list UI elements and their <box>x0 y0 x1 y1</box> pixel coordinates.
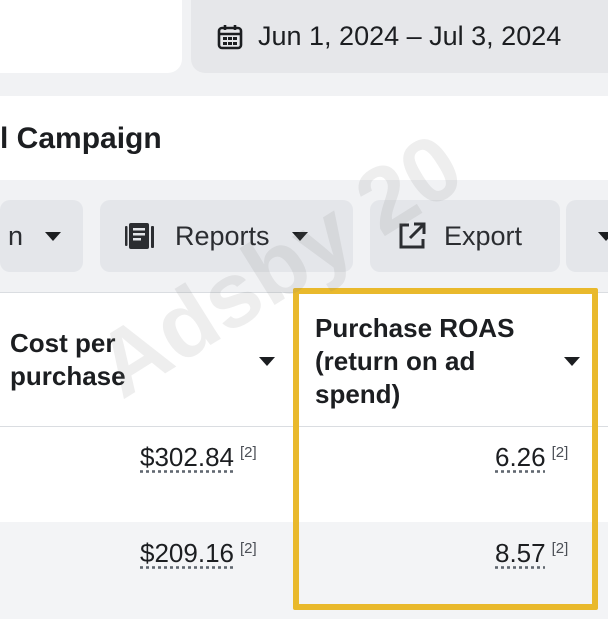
footnote-marker: [2] <box>240 540 257 557</box>
search-box[interactable] <box>0 0 182 73</box>
cost-per-purchase-value[interactable]: $302.84 <box>140 442 234 472</box>
sort-chevron-icon[interactable] <box>259 357 275 366</box>
reports-icon <box>124 220 158 252</box>
page-title-text: l Campaign <box>0 122 162 155</box>
highlight-box <box>293 288 598 610</box>
chevron-down-icon <box>598 232 608 241</box>
date-range-picker[interactable]: Jun 1, 2024 – Jul 3, 2024 <box>191 0 608 73</box>
calendar-icon <box>216 23 244 51</box>
footnote-marker: [2] <box>240 444 257 461</box>
export-label: Export <box>444 221 522 252</box>
cost-per-purchase-cell[interactable]: $209.16 [2] <box>140 538 257 569</box>
date-range-label: Jun 1, 2024 – Jul 3, 2024 <box>258 21 561 52</box>
more-options-button[interactable] <box>566 200 608 272</box>
cost-per-purchase-value[interactable]: $209.16 <box>140 538 234 568</box>
toolbar-partial-button[interactable]: n <box>0 200 83 272</box>
page-title: l Campaign <box>0 122 162 156</box>
cost-per-purchase-cell[interactable]: $302.84 [2] <box>140 442 257 473</box>
chevron-down-icon <box>45 232 61 241</box>
toolbar-partial-label: n <box>8 221 23 252</box>
